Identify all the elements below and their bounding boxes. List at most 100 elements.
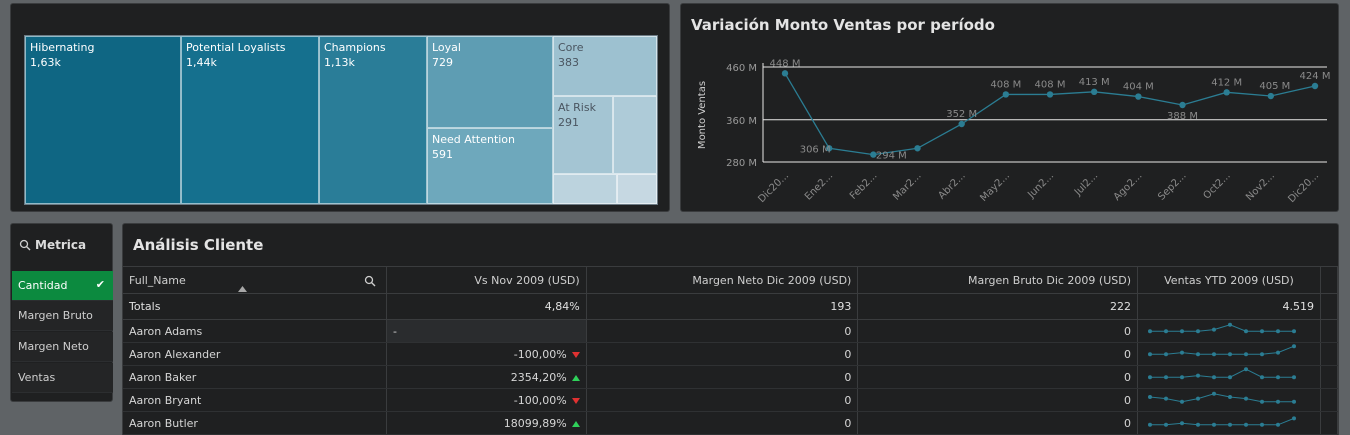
data-point[interactable]: [781, 70, 789, 77]
cell-vs-nov-text: 18099,89%: [503, 416, 567, 430]
treemap-tile-label: Champions: [324, 41, 386, 54]
data-point[interactable]: [914, 145, 921, 152]
metric-option-label: Margen Bruto: [18, 309, 93, 322]
table-row[interactable]: Aaron Baker 2354,20% 0 0: [123, 365, 1338, 389]
treemap-tile[interactable]: Loyal 729: [427, 36, 553, 128]
trend-up-icon: [571, 374, 580, 381]
totals-row: Totals 4,84% 193 222 4.519: [123, 293, 1338, 320]
sparkline-chart: [1148, 366, 1297, 379]
sparkline-point: [1164, 374, 1169, 379]
metric-filter-panel: Metrica Cantidad ✔ Margen Bruto Margen N…: [10, 223, 113, 402]
metric-option-margen-neto[interactable]: Margen Neto: [12, 332, 113, 362]
data-point[interactable]: [1267, 92, 1275, 100]
treemap-tile[interactable]: Potential Loyalists 1,44k: [181, 36, 319, 204]
cell-vs-nov: 2354,20%: [386, 365, 587, 389]
sparkline-point: [1276, 374, 1281, 379]
data-label: 388 M: [1167, 111, 1198, 122]
totals-neto: 193: [586, 293, 859, 320]
search-icon[interactable]: [364, 275, 376, 287]
sparkline-point: [1244, 422, 1249, 427]
data-point[interactable]: [1002, 91, 1010, 98]
sparkline-point: [1180, 420, 1185, 425]
column-header-vs-nov[interactable]: Vs Nov 2009 (USD): [386, 266, 587, 294]
sparkline-point: [1212, 351, 1217, 356]
column-header-ventas-ytd[interactable]: Ventas YTD 2009 (USD): [1137, 266, 1321, 294]
sparkline-point: [1244, 396, 1249, 401]
sparkline-point: [1180, 374, 1185, 379]
x-tick-label: Ago2...: [1112, 170, 1145, 203]
data-point[interactable]: [1223, 89, 1230, 96]
metric-option-cantidad[interactable]: Cantidad ✔: [12, 271, 113, 301]
treemap-tile[interactable]: Core 383: [553, 36, 657, 96]
data-point[interactable]: [958, 120, 965, 128]
table-header-row: Full_Name Vs Nov 2009 (USD) Margen Neto …: [123, 266, 1338, 294]
metric-option-margen-bruto[interactable]: Margen Bruto: [12, 301, 113, 331]
metric-option-label: Cantidad: [18, 279, 68, 292]
treemap-tile[interactable]: Champions 1,13k: [319, 36, 427, 204]
sparkline: [1150, 323, 1295, 332]
metric-option-ventas[interactable]: Ventas: [12, 363, 113, 393]
table-row[interactable]: Aaron Adams - 0 0: [123, 319, 1338, 343]
sparkline-point: [1180, 328, 1185, 333]
cell-full-name: Aaron Baker: [123, 365, 387, 389]
cell-margen-bruto-text: 0: [1124, 416, 1132, 430]
cell-sparkline: [1137, 342, 1321, 366]
cell-vs-nov: -: [386, 319, 587, 343]
x-tick-label: Ene2...: [803, 170, 835, 202]
sparkline-point: [1276, 350, 1281, 355]
data-point[interactable]: [1179, 101, 1186, 109]
totals-label: Totals: [123, 293, 387, 320]
treemap-tile[interactable]: Need Attention 591: [427, 128, 553, 204]
column-header-margen-neto[interactable]: Margen Neto Dic 2009 (USD): [586, 266, 859, 294]
sparkline-point: [1212, 391, 1217, 396]
treemap-tile[interactable]: [613, 96, 657, 174]
spacer-cell: [1320, 293, 1338, 320]
data-point[interactable]: [1090, 88, 1098, 96]
column-header-full-name[interactable]: Full_Name: [123, 266, 387, 294]
column-header-margen-bruto[interactable]: Margen Bruto Dic 2009 (USD): [857, 266, 1139, 294]
table-row[interactable]: Aaron Alexander -100,00% 0 0: [123, 342, 1338, 366]
table-row[interactable]: Aaron Butler 18099,89% 0 0: [123, 411, 1338, 435]
sparkline-point: [1292, 328, 1297, 333]
cell-margen-neto: 0: [586, 342, 859, 366]
data-label: 306 M: [800, 144, 831, 155]
treemap-tile[interactable]: At Risk 291: [553, 96, 613, 174]
treemap-tile-value: 1,63k: [30, 56, 61, 69]
spacer-cell: [1320, 365, 1338, 389]
cell-vs-nov-text: -100,00%: [513, 347, 567, 361]
treemap-tile-value: 1,44k: [186, 56, 217, 69]
data-point[interactable]: [1135, 93, 1142, 100]
sparkline-point: [1148, 328, 1153, 333]
data-point[interactable]: [1046, 91, 1054, 98]
search-icon: [19, 239, 31, 251]
treemap-tile-label: Loyal: [432, 41, 461, 54]
line-chart[interactable]: 280 M 360 M 460 M Monto Ventas 448 M Dic20...…: [681, 4, 1338, 211]
sparkline-point: [1212, 422, 1217, 427]
treemap-tile[interactable]: [553, 174, 617, 204]
column-label: Full_Name: [129, 273, 186, 287]
treemap-chart[interactable]: Hibernating 1,63k Potential Loyalists 1,44k…: [24, 35, 658, 205]
sparkline-point: [1164, 328, 1169, 333]
cell-vs-nov: -100,00%: [386, 388, 587, 412]
x-tick-label: Sep2...: [1156, 170, 1188, 202]
sparkline-point: [1148, 374, 1153, 379]
cell-vs-nov-text: 2354,20%: [510, 370, 567, 384]
table-row[interactable]: Aaron Bryant -100,00% 0 0: [123, 388, 1338, 412]
metric-filter-header[interactable]: Metrica: [19, 238, 86, 252]
data-point[interactable]: [1311, 82, 1319, 90]
y-tick-label: 280 M: [726, 158, 757, 169]
sparkline-point: [1228, 322, 1233, 327]
treemap-tile-label: Potential Loyalists: [186, 41, 286, 54]
treemap-tile[interactable]: Hibernating 1,63k: [25, 36, 181, 204]
sparkline-chart: [1148, 391, 1297, 404]
sparkline-point: [1244, 328, 1249, 333]
sparkline-point: [1180, 350, 1185, 355]
data-label: 294 M: [876, 151, 907, 162]
treemap-tile-value: 591: [432, 148, 453, 161]
sparkline-point: [1164, 351, 1169, 356]
cell-margen-neto: 0: [586, 388, 859, 412]
metric-option-label: Ventas: [18, 371, 56, 384]
treemap-tile-value: 729: [432, 56, 453, 69]
treemap-tile[interactable]: [617, 174, 657, 204]
cell-margen-neto-text: 0: [844, 347, 852, 361]
